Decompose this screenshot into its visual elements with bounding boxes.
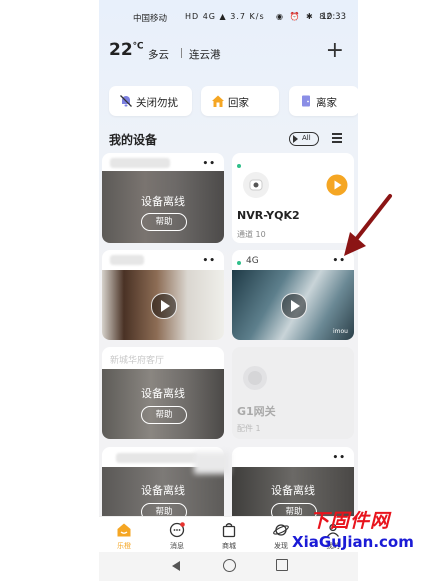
device-card-gateway[interactable]: G1网关 配件 1 [232,347,354,439]
offline-status: 设备离线 [141,195,185,208]
tab-messages[interactable]: 消息 [152,517,202,553]
phone-screen: 中国移动 HD 4G ▲ 3.7 K/s ◉ ⏰ ✱ 82 10:33 22℃ … [99,0,358,581]
scene-home[interactable]: 回家 [201,86,279,116]
scene-do-not-disturb[interactable]: 关闭勿扰 [109,86,192,116]
play-icon [293,135,298,143]
shopping-bag-icon [222,523,236,538]
play-button[interactable] [151,293,177,319]
weather-header: 22℃ 多云 连云港 + [109,38,348,66]
tab-label: 消息 [170,542,184,550]
site-watermark: 下固件网 XiaGuJian.com [292,506,432,558]
bell-off-icon [120,95,132,107]
tab-label: 商城 [222,542,236,550]
more-options-icon[interactable]: •• [202,159,216,169]
device-card-nvr[interactable]: NVR-YQK2 通道 10 [232,153,354,243]
offline-status: 设备离线 [141,484,185,497]
scene-label: 离家 [316,97,337,109]
accessory-count: 配件 1 [237,424,261,433]
tab-label: 乐橙 [117,542,131,550]
add-device-button[interactable]: + [326,38,344,63]
scene-shortcuts: 关闭勿扰 回家 离家 [109,86,358,116]
recents-icon[interactable] [276,559,288,571]
devices-header: 我的设备 All [109,131,348,147]
door-icon [302,95,310,107]
device-card-1[interactable]: •• 设备离线 帮助 [102,153,224,243]
blurred-device-name [110,255,144,265]
camera-feed: 设备离线 帮助 [102,369,224,439]
home-nav-icon[interactable] [223,559,236,572]
device-card-4g[interactable]: 4G •• imou [232,250,354,340]
message-icon [169,522,185,538]
camera-feed: 设备离线 帮助 [102,171,224,243]
camera-feed [102,270,224,340]
offline-status: 设备离线 [141,387,185,400]
device-name: NVR-YQK2 [237,209,300,222]
device-name: 新城华府客厅 [110,356,165,366]
privacy-blur [194,452,230,474]
watermark-cn: 下固件网 [310,510,391,532]
annotation-arrow-icon [344,194,392,256]
more-options-icon[interactable]: •• [332,453,346,463]
device-card-living-room[interactable]: 新城华府客厅 设备离线 帮助 [102,347,224,439]
temperature: 22℃ [109,40,144,60]
section-title: 我的设备 [109,133,158,147]
tab-home[interactable]: 乐橙 [99,517,149,553]
device-name: G1网关 [237,405,276,418]
clock: 10:33 [321,12,347,22]
play-all-button[interactable]: All [289,132,319,146]
status-bar: 中国移动 HD 4G ▲ 3.7 K/s ◉ ⏰ ✱ 82 10:33 [99,0,358,38]
divider [181,48,182,58]
online-indicator [237,164,241,168]
more-options-icon[interactable]: •• [202,256,216,266]
camera-feed: imou [232,270,354,340]
blurred-device-name [110,158,170,168]
help-button[interactable]: 帮助 [141,406,187,424]
scene-label: 回家 [228,97,249,109]
help-button[interactable]: 帮助 [141,213,187,231]
tab-shop[interactable]: 商城 [204,517,254,553]
carrier-label: 中国移动 [133,14,168,24]
watermark-en: XiaGuJian.com [292,533,414,551]
brand-watermark: imou [333,328,348,335]
play-button[interactable] [281,293,307,319]
offline-status: 设备离线 [271,484,315,497]
weather-condition: 多云 [148,49,169,61]
scene-away[interactable]: 离家 [289,86,358,116]
back-icon[interactable] [172,561,180,571]
city-name: 连云港 [189,49,221,61]
home-tab-icon [117,523,131,537]
scene-label: 关闭勿扰 [136,97,178,109]
online-indicator [237,261,241,265]
blurred-device-name [116,453,198,463]
channel-count: 通道 10 [237,230,266,239]
list-icon[interactable] [332,133,342,145]
nvr-device-icon [243,172,269,198]
device-card-3[interactable]: •• [102,250,224,340]
home-icon [212,95,224,107]
planet-icon [273,524,289,536]
device-name: 4G [246,256,259,266]
gateway-icon [243,366,267,390]
network-icons: HD 4G ▲ 3.7 K/s [185,12,265,21]
